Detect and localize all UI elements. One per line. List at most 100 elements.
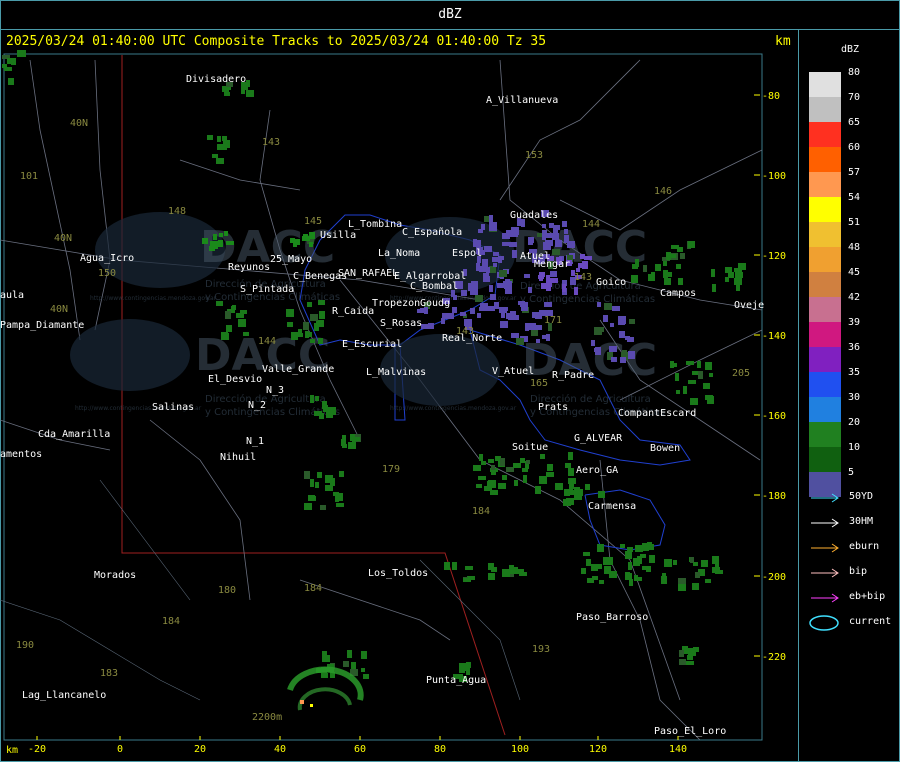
place-label: Campos xyxy=(660,288,696,299)
echo-pixel xyxy=(583,552,590,556)
echo-pixel xyxy=(207,135,213,140)
echo-pixel xyxy=(318,300,325,305)
echo-pixel xyxy=(447,313,454,319)
echo-pixel xyxy=(484,246,492,252)
echo-pixel xyxy=(610,323,614,327)
echo-pixel xyxy=(343,661,349,667)
arrow-icon xyxy=(811,543,839,553)
echo-pixel xyxy=(305,332,312,337)
echo-pixel xyxy=(677,247,683,252)
echo-pixel xyxy=(565,463,571,468)
route-number: 171 xyxy=(544,315,562,326)
echo-pixel xyxy=(361,668,365,672)
echo-pixel xyxy=(568,468,574,476)
echo-pixel xyxy=(539,476,547,484)
echo-pixel xyxy=(460,312,466,316)
x-tick-label: 60 xyxy=(354,744,366,755)
echo-pixel xyxy=(664,278,671,285)
echo-pixel xyxy=(598,491,605,498)
echo-pixel xyxy=(452,307,457,313)
echo-pixel xyxy=(510,570,518,574)
echo-pixel xyxy=(290,238,295,243)
echo-pixel xyxy=(339,471,344,477)
legend-value: 30 xyxy=(848,392,861,403)
echo-pixel xyxy=(232,305,236,310)
echo-pixel xyxy=(319,311,325,319)
echo-pixel xyxy=(489,266,496,273)
echo-pixel xyxy=(348,442,356,449)
echo-pixel xyxy=(552,233,559,239)
echo-pixel xyxy=(238,319,246,327)
place-label: Soitue xyxy=(512,442,548,453)
echo-pixel xyxy=(525,323,529,331)
echo-pixel xyxy=(597,544,604,552)
echo-pixel xyxy=(646,566,651,572)
echo-pixel xyxy=(317,472,322,478)
echo-pixel xyxy=(531,329,538,336)
echo-pixel xyxy=(519,572,527,576)
echo-pixel xyxy=(528,287,532,293)
place-label: CompantEscard xyxy=(618,408,696,419)
place-label: N_3 xyxy=(266,385,284,396)
echo-pixel xyxy=(481,461,486,465)
radar-map[interactable]: DACC DACC DACC DACC Dirección de Agricul… xyxy=(0,0,900,761)
legend-value: 36 xyxy=(848,342,861,353)
echo-pixel xyxy=(8,78,14,85)
echo-pixel xyxy=(466,668,470,675)
echo-pixel xyxy=(688,241,695,248)
place-label: Real_Norte xyxy=(442,333,502,344)
route-number: 150 xyxy=(98,268,116,279)
legend-swatch xyxy=(809,422,841,447)
place-label: Lag_Llancanelo xyxy=(22,690,106,701)
place-label: Pampa_Diamante xyxy=(0,320,84,331)
place-label: amentos xyxy=(0,449,42,460)
echo-pixel xyxy=(500,458,505,466)
echo-pixel xyxy=(712,556,719,564)
x-tick-label: 40 xyxy=(274,744,286,755)
echo-pixel xyxy=(499,270,507,277)
echo-pixel xyxy=(564,489,570,496)
echo-pixel xyxy=(4,67,12,71)
echo-pixel xyxy=(325,485,333,491)
route-number: 165 xyxy=(530,378,548,389)
echo-pixel xyxy=(535,486,541,494)
echo-pixel xyxy=(453,295,457,300)
route-number: 144 xyxy=(258,336,276,347)
legend-swatch xyxy=(809,372,841,397)
echo-pixel xyxy=(651,272,655,280)
legend-swatch xyxy=(809,147,841,172)
echo-pixel xyxy=(690,398,698,405)
echo-pixel xyxy=(516,338,524,345)
legend-value: 48 xyxy=(848,242,861,253)
legend-value: 42 xyxy=(848,292,861,303)
echo-pixel xyxy=(500,321,508,328)
echo-pixel xyxy=(544,302,552,307)
echo-pixel xyxy=(612,306,620,311)
echo-pixel xyxy=(468,283,474,291)
echo-pixel xyxy=(328,407,336,415)
echo-pixel xyxy=(522,468,528,472)
echo-pixel xyxy=(631,275,638,283)
place-label: Morados xyxy=(94,570,136,581)
echo-pixel xyxy=(465,566,473,570)
echo-pixel xyxy=(310,314,318,321)
echo-pixel xyxy=(688,380,696,384)
x-tick-label: 120 xyxy=(589,744,607,755)
echo-pixel xyxy=(609,571,617,578)
echo-pixel xyxy=(499,307,507,313)
echo-pixel xyxy=(321,673,328,678)
place-label: R_Caida xyxy=(332,306,374,317)
echo-pixel xyxy=(564,235,569,243)
place-label: S_Pintada xyxy=(240,284,294,295)
echo-pixel xyxy=(520,458,525,463)
echo-pixel xyxy=(463,578,471,582)
track-label: current xyxy=(849,616,892,627)
track-label: bip xyxy=(849,566,868,577)
legend-swatch xyxy=(809,447,841,472)
echo-pixel xyxy=(325,475,333,483)
place-label: Paso_El_Loro xyxy=(654,726,726,737)
echo-pixel xyxy=(564,229,568,234)
echo-pixel xyxy=(678,278,683,285)
legend-value: 10 xyxy=(848,442,861,453)
echo-pixel xyxy=(666,252,671,260)
